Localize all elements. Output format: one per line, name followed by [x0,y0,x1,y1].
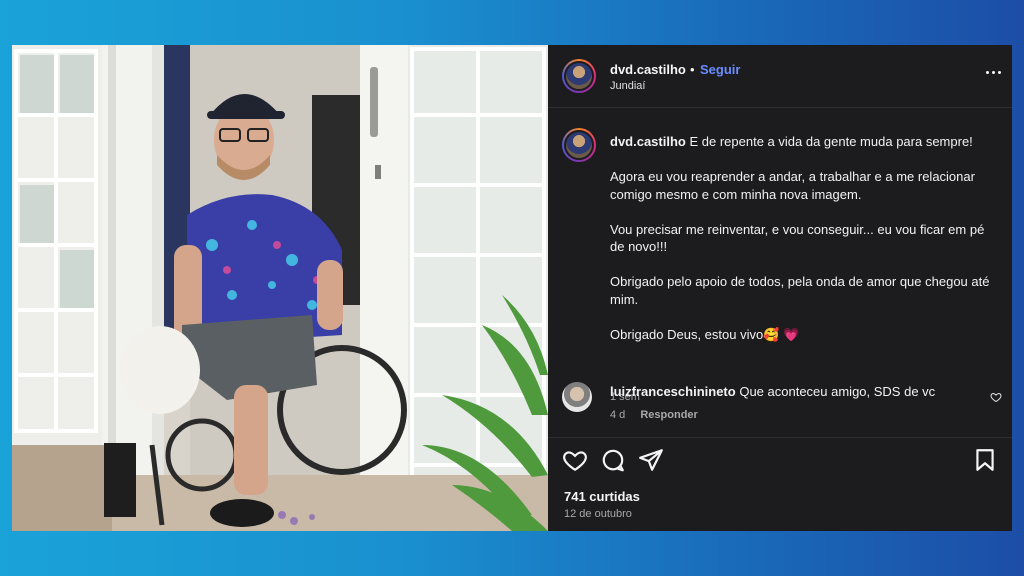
post-photo[interactable] [12,45,548,531]
follow-button[interactable]: Seguir [700,62,740,77]
likes-count[interactable]: 741 curtidas [564,489,640,504]
caption-paragraph-5: Obrigado Deus, estou vivo🥰 💗 [610,326,800,342]
photo-illustration [12,45,548,531]
heart-icon[interactable] [562,447,588,473]
caption-paragraph-3: Vou precisar me reinventar, e vou conseg… [610,221,985,255]
reply-button[interactable]: Responder [640,409,697,421]
post-date: 12 de outubro [564,508,632,520]
actions-divider [548,437,1012,438]
caption-paragraph-1: dvd.castilho E de repente a vida da gent… [610,133,1000,151]
comment-icon[interactable] [600,447,626,473]
comment-like-icon[interactable] [990,391,1002,403]
caption-paragraph-2: Agora eu vou reaprender a andar, a traba… [610,169,975,202]
header-divider [548,107,1012,108]
author-username[interactable]: dvd.castilho [610,62,686,77]
post-header: dvd.castilho • Seguir Jundiaí [548,45,1012,107]
header-separator: • [690,62,695,77]
caption-avatar[interactable] [562,128,596,162]
commenter-avatar[interactable] [562,382,592,412]
caption-username[interactable]: dvd.castilho [610,134,686,149]
author-avatar-image [564,61,594,91]
author-avatar[interactable] [562,59,596,93]
share-icon[interactable] [638,447,664,473]
more-options-icon[interactable] [982,61,1004,83]
comment-timestamp[interactable]: 4 d [610,409,625,421]
post-panel: dvd.castilho • Seguir Jundiaí dvd.castil… [548,45,1012,531]
caption-avatar-image [564,130,594,160]
comment-text: Que aconteceu amigo, SDS de vc [739,384,936,399]
post-location[interactable]: Jundiaí [610,80,645,92]
post-frame: dvd.castilho • Seguir Jundiaí dvd.castil… [12,45,1012,531]
bookmark-icon[interactable] [972,447,998,473]
post-actions [548,447,1012,477]
comment-meta: 4 d Responder [610,409,698,421]
post-caption: dvd.castilho E de repente a vida da gent… [610,133,1000,361]
caption-paragraph-4: Obrigado pelo apoio de todos, pela onda … [610,274,990,307]
comment-body: luizfranceschinineto Que aconteceu amigo… [610,384,935,399]
caption-text-1: E de repente a vida da gente muda para s… [689,134,973,149]
commenter-username[interactable]: luizfranceschinineto [610,384,736,399]
